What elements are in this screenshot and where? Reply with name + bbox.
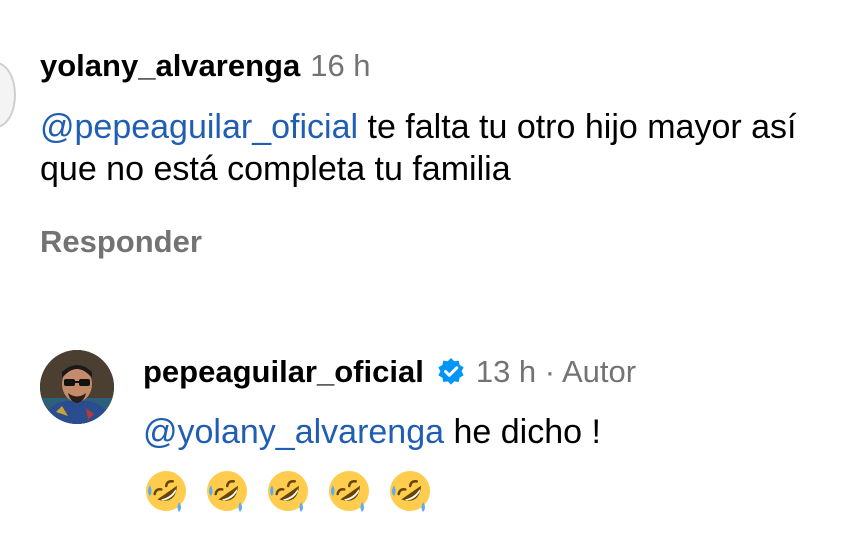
reply-button[interactable]: Responder [40, 222, 202, 262]
commenter-avatar[interactable] [0, 62, 16, 128]
rolling-on-floor-laughing-icon [390, 471, 430, 512]
reply-mention[interactable]: @yolany_alvarenga [143, 413, 444, 451]
comment-header: yolany_alvarenga 16 h [40, 46, 371, 92]
comment-timestamp: 16 h [310, 48, 371, 83]
reply-avatar[interactable] [40, 350, 114, 424]
comment-mention[interactable]: @pepeaguilar_oficial [40, 108, 358, 146]
reply-text: @yolany_alvarenga he dicho ! [143, 410, 601, 454]
reply-message: he dicho ! [444, 413, 601, 451]
avatar-photo [40, 350, 114, 424]
reply-emojis [143, 468, 433, 514]
verified-badge-icon [436, 357, 466, 387]
reply-header: pepeaguilar_oficial 13 h · Autor [143, 352, 636, 392]
commenter-username[interactable]: yolany_alvarenga [40, 48, 300, 83]
rolling-on-floor-laughing-icon [268, 471, 308, 512]
rolling-on-floor-laughing-icon [207, 471, 247, 512]
reply-username[interactable]: pepeaguilar_oficial [143, 352, 424, 392]
rolling-on-floor-laughing-icon [146, 471, 186, 512]
rolling-on-floor-laughing-icon [329, 471, 369, 512]
comment-text: @pepeaguilar_oficial te falta tu otro hi… [40, 106, 850, 190]
reply-meta: 13 h · Autor [475, 354, 637, 389]
comment-thread: yolany_alvarenga 16 h @pepeaguilar_oficia… [0, 0, 852, 541]
